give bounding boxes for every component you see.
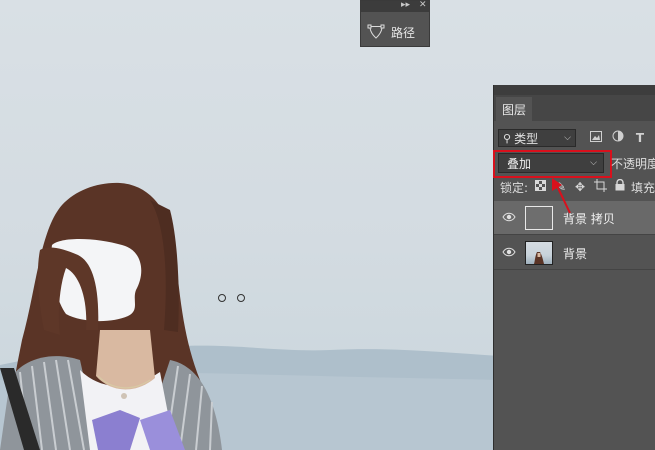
layer-row-background-copy[interactable]: 背景 拷贝 <box>494 201 655 235</box>
lock-artboard-icon[interactable] <box>592 179 608 195</box>
layer-thumbnail <box>525 206 553 230</box>
type-filter-icon[interactable]: T <box>632 130 648 146</box>
opacity-label: 不透明度 <box>611 157 655 171</box>
layer-row-background[interactable]: 背景 <box>494 236 655 270</box>
path-icon <box>367 24 385 39</box>
lock-move-icon[interactable]: ✥ <box>572 179 588 195</box>
layer-name: 背景 拷贝 <box>563 212 615 226</box>
lock-row: 锁定: ✎ ✥ 填充 <box>494 178 655 197</box>
fill-label: 填充 <box>631 181 655 195</box>
close-icon[interactable]: ✕ <box>419 0 427 11</box>
eye-icon[interactable] <box>502 245 516 259</box>
layer-thumbnail <box>525 241 553 265</box>
eye-icon[interactable] <box>502 210 516 224</box>
paths-panel-button[interactable]: 路径 <box>367 21 415 43</box>
search-icon: ⚲ <box>503 131 512 145</box>
filter-kind-select[interactable]: ⚲ 类型 ⌵ <box>498 129 576 147</box>
blend-mode-select[interactable]: 叠加 ⌵ <box>493 150 612 178</box>
lock-brush-icon[interactable]: ✎ <box>553 179 569 195</box>
layer-name: 背景 <box>563 247 588 261</box>
paths-label: 路径 <box>391 25 416 40</box>
panel-topbar <box>494 85 655 95</box>
collapse-icon[interactable]: ▸▸ <box>401 0 410 11</box>
panel-tabs: 图层 <box>494 95 655 121</box>
lock-transparent-icon[interactable] <box>532 179 548 195</box>
adjustment-filter-icon[interactable] <box>610 130 626 146</box>
tab-layers[interactable]: 图层 <box>496 97 532 121</box>
image-filter-icon[interactable] <box>588 130 604 146</box>
lock-label: 锁定: <box>500 181 529 195</box>
layer-filter-row: ⚲ 类型 ⌵ T <box>494 129 655 149</box>
blend-mode-row: 叠加 ⌵ 不透明度 <box>493 150 655 178</box>
layers-panel: 图层 ⚲ 类型 ⌵ T 叠加 ⌵ 不透明度 锁定: ✎ ✥ 填充 背景 拷贝 背… <box>493 85 655 450</box>
paths-mini-panel: ▸▸ ✕ 路径 <box>360 0 430 47</box>
filter-kind-value: 类型 <box>514 131 539 146</box>
lock-all-icon[interactable] <box>612 178 628 195</box>
annotation-highlight-box <box>493 150 612 178</box>
chevron-down-icon: ⌵ <box>564 133 571 143</box>
panel-titlebar: ▸▸ ✕ <box>361 0 429 12</box>
